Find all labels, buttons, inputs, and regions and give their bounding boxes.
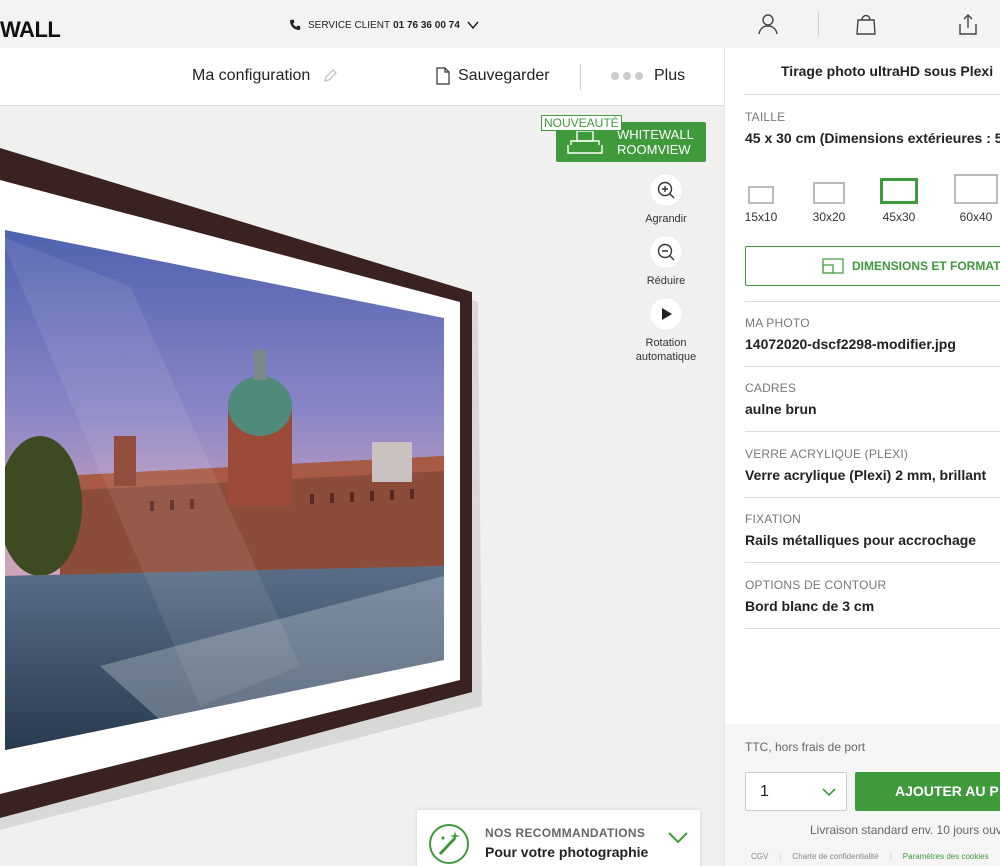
size-option-label: 15x10 (744, 210, 778, 224)
size-value: 45 x 30 cm (Dimensions extérieures : 5 (745, 130, 1000, 146)
new-badge: NOUVEAUTÉ (541, 115, 622, 131)
edge-value: Bord blanc de 3 cm (745, 598, 875, 614)
my-configuration[interactable]: Ma configuration (192, 67, 338, 85)
price-note: TTC, hors frais de port (745, 740, 866, 754)
auto-rotate-button[interactable]: Rotation automatique (626, 298, 706, 364)
size-option-label: 60x40 (959, 210, 993, 224)
size-option-label: 30x20 (812, 210, 846, 224)
roomview-line1: WHITEWALL (617, 127, 694, 142)
edge-label: OPTIONS DE CONTOUR (745, 578, 887, 592)
top-bar: WALL SERVICE CLIENT 01 76 36 00 74 (0, 0, 1000, 48)
room-icon (567, 130, 603, 154)
mount-section[interactable]: FIXATION Rails métalliques pour accrocha… (745, 512, 1000, 548)
quantity-value: 1 (760, 783, 769, 800)
size-option-45x30[interactable]: 45x30 (879, 178, 919, 224)
size-thumb (954, 174, 998, 204)
preview-canvas[interactable]: WHITEWALL ROOMVIEW NOUVEAUTÉ Agrandir Ré… (0, 106, 724, 866)
upload-icon[interactable] (956, 12, 980, 36)
play-icon (662, 308, 672, 320)
legal-links: CGV | Charte de confidentialité | Paramètres… (751, 852, 989, 861)
zoom-out-icon (657, 243, 675, 261)
frame-section[interactable]: CADRES aulne brun (745, 381, 1000, 417)
phone-icon (290, 19, 301, 30)
zoom-in-icon (657, 181, 675, 199)
mount-value: Rails métalliques pour accrochage (745, 532, 977, 548)
size-option-15x10[interactable]: 15x10 (741, 186, 781, 224)
chevron-down-icon (467, 21, 479, 30)
logo[interactable]: WALL (0, 17, 61, 43)
size-label: TAILLE (745, 110, 786, 124)
divider (745, 301, 1000, 302)
photo-section[interactable]: MA PHOTO 14072020-dscf2298-modifier.jpg (745, 316, 1000, 352)
divider (745, 497, 1000, 498)
dimensions-label: DIMENSIONS ET FORMAT (852, 259, 1000, 273)
dimensions-icon (822, 258, 844, 274)
reco-subtitle: Pour votre photographie (485, 844, 649, 860)
divider (745, 366, 1000, 367)
size-options: 15x10 30x20 45x30 60x40 (745, 174, 1000, 224)
zoom-in-label: Agrandir (645, 213, 687, 225)
magic-wand-icon (429, 824, 469, 864)
rotation-label-2: automatique (635, 351, 697, 363)
recommendations-panel[interactable]: NOS RECOMMANDATIONS Pour votre photograp… (417, 810, 700, 866)
delivery-info: Livraison standard env. 10 jours ouv (810, 823, 1000, 837)
user-icon[interactable] (756, 12, 780, 36)
more-button[interactable]: Plus (610, 67, 685, 85)
divider (745, 94, 1000, 95)
chevron-down-icon (822, 788, 836, 797)
divider (818, 12, 819, 36)
order-footer: TTC, hors frais de port 1 AJOUTER AU P L… (725, 724, 1000, 866)
document-icon (436, 67, 450, 85)
photo-label: MA PHOTO (745, 316, 810, 330)
shopping-bag-icon[interactable] (854, 12, 878, 36)
size-section[interactable]: TAILLE 45 x 30 cm (Dimensions extérieure… (745, 110, 1000, 146)
frame-label: CADRES (745, 381, 797, 395)
photo-value: 14072020-dscf2298-modifier.jpg (745, 336, 956, 352)
service-client[interactable]: SERVICE CLIENT 01 76 36 00 74 (288, 18, 480, 32)
glass-section[interactable]: VERRE ACRYLIQUE (PLEXI) Verre acrylique … (745, 447, 1000, 483)
glass-value: Verre acrylique (Plexi) 2 mm, brillant (745, 467, 987, 483)
size-thumb (813, 182, 845, 204)
size-option-30x20[interactable]: 30x20 (809, 182, 849, 224)
configurator-toolbar: Ma configuration Sauvegarder Plus (0, 48, 724, 106)
roomview-line2: ROOMVIEW (617, 142, 691, 157)
product-config-panel: Tirage photo ultraHD sous Plexi TAILLE 4… (724, 48, 1000, 866)
dimensions-format-button[interactable]: DIMENSIONS ET FORMAT (745, 246, 1000, 286)
product-title: Tirage photo ultraHD sous Plexi (781, 63, 994, 79)
chevron-down-icon[interactable] (667, 830, 689, 844)
link-cgv[interactable]: CGV (751, 852, 768, 861)
size-option-label: 45x30 (882, 210, 916, 224)
size-option-60x40[interactable]: 60x40 (951, 174, 1000, 224)
frame-value: aulne brun (745, 401, 817, 417)
glass-label: VERRE ACRYLIQUE (PLEXI) (745, 447, 909, 461)
divider (580, 64, 581, 90)
add-to-cart-button[interactable]: AJOUTER AU P (855, 772, 1000, 811)
config-label: Ma configuration (192, 67, 311, 84)
divider (745, 628, 1000, 629)
edge-section[interactable]: OPTIONS DE CONTOUR Bord blanc de 3 cm (745, 578, 1000, 614)
dots-icon (611, 72, 643, 80)
reco-title: NOS RECOMMANDATIONS (485, 826, 646, 840)
rotation-label-1: Rotation (645, 337, 687, 349)
mount-label: FIXATION (745, 512, 802, 526)
save-button[interactable]: Sauvegarder (436, 67, 550, 85)
link-privacy[interactable]: Charte de confidentialité (792, 852, 878, 861)
zoom-out-label: Réduire (646, 275, 686, 287)
framed-photo-preview (0, 148, 482, 830)
divider (745, 431, 1000, 432)
service-phone: 01 76 36 00 74 (393, 19, 460, 31)
link-cookies[interactable]: Paramètres des cookies (903, 852, 989, 861)
zoom-out-button[interactable]: Réduire (626, 236, 706, 288)
divider (745, 562, 1000, 563)
save-label: Sauvegarder (458, 67, 550, 84)
pencil-icon (324, 69, 338, 82)
size-thumb (748, 186, 774, 204)
quantity-select[interactable]: 1 (745, 772, 847, 811)
service-label: SERVICE CLIENT (308, 19, 391, 31)
more-label: Plus (654, 67, 686, 84)
zoom-in-button[interactable]: Agrandir (626, 174, 706, 226)
size-thumb-selected (880, 178, 918, 204)
